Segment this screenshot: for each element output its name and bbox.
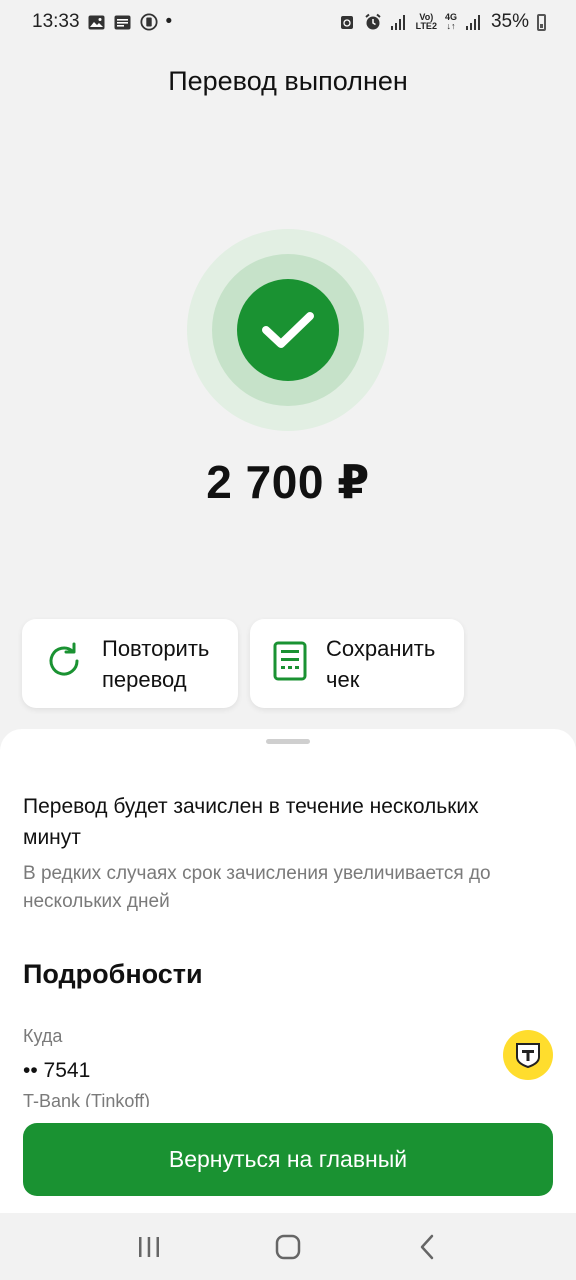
repeat-transfer-label: Повторить перевод <box>102 633 209 695</box>
save-receipt-label: Сохранить чек <box>326 633 435 695</box>
receipt-label-line1: Сохранить <box>326 635 436 661</box>
sheet-drag-handle[interactable] <box>266 739 310 744</box>
repeat-label-line1: Повторить <box>102 635 210 661</box>
return-home-label: Вернуться на главный <box>168 1146 408 1172</box>
destination-bank: T-Bank (Tinkoff) <box>23 1091 151 1107</box>
alarm-icon <box>364 13 382 31</box>
return-home-button[interactable]: Вернуться на главный <box>23 1123 553 1196</box>
image-icon <box>88 13 106 31</box>
success-graphic <box>187 229 389 431</box>
sim-icon <box>139 13 158 31</box>
recent-apps-icon[interactable] <box>129 1227 169 1267</box>
info-title: Перевод будет зачислен в течение несколь… <box>23 795 479 849</box>
back-icon[interactable] <box>407 1227 447 1267</box>
battery-percent: 35% <box>490 11 529 32</box>
tbank-logo-icon <box>503 1030 553 1080</box>
status-right: Vo) LTE2 4G ↓↑ 35% <box>338 11 546 33</box>
destination-number: •• 7541 <box>23 1059 91 1082</box>
repeat-label-line2: перевод <box>102 666 187 692</box>
notification-dot: • <box>165 11 173 32</box>
details-heading: Подробности <box>23 959 203 989</box>
status-bar: 13:33 • Vo) LTE2 4G ↓↑ 35% <box>0 0 576 44</box>
status-left: 13:33 • <box>32 11 172 33</box>
repeat-transfer-button[interactable]: Повторить перевод <box>22 619 238 708</box>
page-title: Перевод выполнен <box>168 66 408 96</box>
network-gen-text: 4G <box>444 12 457 22</box>
signal-icon <box>390 13 408 31</box>
system-nav-bar <box>0 1213 576 1280</box>
recycle-icon <box>338 13 356 31</box>
save-receipt-button[interactable]: Сохранить чек <box>250 619 464 708</box>
volte-indicator: Vo) LTE2 <box>416 13 437 31</box>
receipt-label-line2: чек <box>326 666 360 692</box>
info-subtitle: В редких случаях срок зачисления увеличи… <box>23 863 491 912</box>
battery-icon <box>537 13 546 31</box>
message-icon <box>114 13 132 31</box>
receipt-icon <box>272 641 308 686</box>
check-icon <box>237 279 339 381</box>
destination-label: Куда <box>23 1026 63 1046</box>
signal-icon-2 <box>465 13 483 31</box>
lte-text: LTE2 <box>415 21 437 31</box>
home-icon[interactable] <box>268 1227 308 1267</box>
transfer-amount: 2 700 ₽ <box>206 456 370 508</box>
refresh-icon <box>44 641 84 686</box>
network-gen-indicator: 4G ↓↑ <box>444 12 457 31</box>
clock: 13:33 <box>32 11 80 32</box>
